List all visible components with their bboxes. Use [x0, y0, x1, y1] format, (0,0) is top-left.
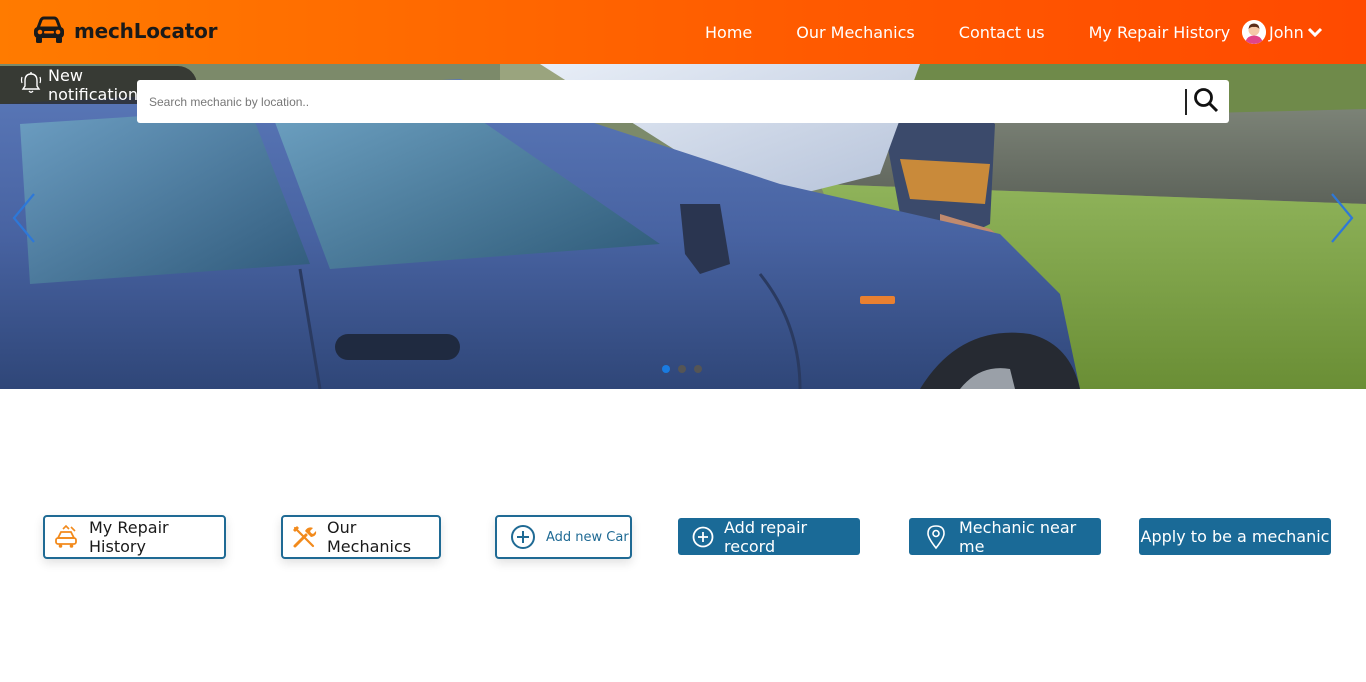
car-repair-icon	[53, 524, 79, 550]
mechanic-near-me-button[interactable]: Mechanic near me	[909, 517, 1101, 556]
carousel-dot[interactable]	[694, 365, 702, 373]
carousel-prev-button[interactable]	[10, 190, 38, 251]
brand[interactable]: mechLocator	[32, 16, 218, 46]
carousel-dot[interactable]	[662, 365, 670, 373]
search-bar	[137, 80, 1229, 123]
plus-circle-icon	[692, 526, 714, 548]
search-input[interactable]	[137, 80, 1183, 123]
nav-home-link[interactable]: Home	[705, 23, 752, 42]
carousel-dot[interactable]	[678, 365, 686, 373]
brand-name: mechLocator	[74, 19, 218, 43]
carousel-indicators	[662, 365, 702, 373]
chevron-down-icon	[1307, 23, 1323, 42]
user-avatar-icon	[1242, 20, 1266, 44]
add-new-car-button[interactable]: Add new Car	[495, 515, 632, 559]
add-new-car-label: Add new Car	[546, 529, 629, 545]
nav-our-mechanics-link[interactable]: Our Mechanics	[796, 23, 915, 42]
nav-repair-history-link[interactable]: My Repair History	[1089, 23, 1231, 42]
add-repair-record-button[interactable]: Add repair record	[678, 517, 860, 556]
search-icon	[1193, 87, 1219, 118]
nav-links: Home Our Mechanics Contact us My Repair …	[705, 0, 1230, 64]
tools-icon	[291, 524, 317, 550]
chevron-left-icon	[10, 193, 38, 250]
user-menu[interactable]: John	[1242, 20, 1323, 44]
our-mechanics-button[interactable]: Our Mechanics	[281, 515, 441, 559]
plus-circle-icon	[510, 524, 536, 550]
car-logo-icon	[32, 16, 66, 46]
mechanic-near-me-label: Mechanic near me	[959, 517, 1077, 556]
apply-mechanic-label: Apply to be a mechanic	[1140, 527, 1330, 546]
chevron-right-icon	[1328, 193, 1356, 250]
top-navbar: mechLocator Home Our Mechanics Contact u…	[0, 0, 1366, 64]
quick-actions: My Repair History Our Mechanics Add new …	[0, 515, 1366, 559]
carousel-next-button[interactable]	[1328, 190, 1356, 251]
add-repair-record-label: Add repair record	[724, 517, 808, 556]
our-mechanics-label: Our Mechanics	[327, 518, 412, 556]
user-name: John	[1269, 22, 1304, 42]
apply-mechanic-button[interactable]: Apply to be a mechanic	[1139, 518, 1331, 555]
my-repair-history-label: My Repair History	[89, 518, 169, 556]
my-repair-history-button[interactable]: My Repair History	[43, 515, 226, 559]
bell-icon	[20, 71, 42, 99]
search-button[interactable]	[1189, 86, 1223, 118]
search-divider	[1185, 89, 1187, 115]
map-pin-icon	[925, 524, 947, 550]
nav-contact-link[interactable]: Contact us	[959, 23, 1045, 42]
